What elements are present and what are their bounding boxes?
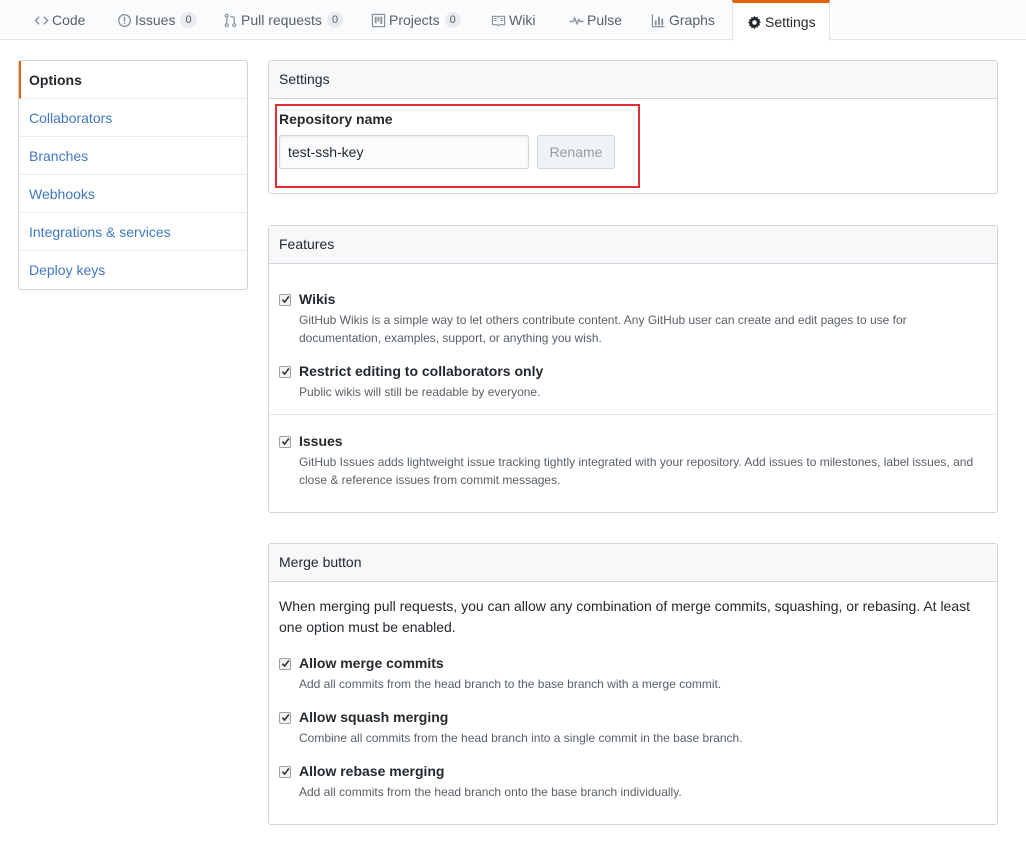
tab-wiki[interactable]: Wiki	[490, 0, 535, 40]
tab-projects-label: Projects	[389, 12, 440, 28]
repository-name-input[interactable]	[279, 135, 529, 169]
features-divider	[268, 414, 998, 415]
tab-pulse-label: Pulse	[587, 12, 623, 28]
squash-merging-checkbox[interactable]	[279, 712, 291, 724]
merge-commits-description: Add all commits from the head branch to …	[299, 677, 722, 691]
tab-pull-requests[interactable]: Pull requests 0	[222, 0, 344, 40]
code-icon	[33, 12, 49, 28]
merge-commits-checkbox[interactable]	[279, 658, 291, 670]
tab-code-label: Code	[52, 12, 86, 28]
issues-checkbox[interactable]	[279, 436, 291, 448]
tab-issues-label: Issues	[135, 12, 176, 28]
features-box-header: Features	[269, 226, 997, 264]
checkmark-icon	[281, 437, 290, 446]
pull-requests-counter: 0	[326, 12, 344, 28]
tab-settings-label: Settings	[765, 14, 816, 30]
git-pull-request-icon	[222, 12, 238, 28]
project-icon	[370, 12, 386, 28]
tab-graphs[interactable]: Graphs	[650, 0, 715, 40]
issues-counter: 0	[180, 12, 197, 28]
checkmark-icon	[281, 713, 290, 722]
wikis-title[interactable]: Wikis	[299, 291, 335, 307]
graph-icon	[650, 12, 666, 28]
sidebar-item-integrations[interactable]: Integrations & services	[19, 213, 247, 251]
issues-title[interactable]: Issues	[299, 433, 343, 449]
repo-nav: Code Issues 0 Pull requests 0 Projects 0…	[0, 0, 1026, 41]
sidebar-item-collaborators[interactable]: Collaborators	[19, 99, 247, 137]
issue-opened-icon	[116, 12, 132, 28]
squash-merging-title[interactable]: Allow squash merging	[299, 709, 448, 725]
merge-intro-text: When merging pull requests, you can allo…	[279, 598, 971, 635]
tab-settings[interactable]: Settings	[732, 0, 830, 41]
issues-description: GitHub Issues adds lightweight issue tra…	[299, 455, 974, 487]
tab-issues[interactable]: Issues 0	[116, 0, 197, 40]
restrict-editing-checkbox[interactable]	[279, 366, 291, 378]
gear-icon	[747, 14, 762, 30]
rebase-merging-checkbox[interactable]	[279, 766, 291, 778]
wikis-checkbox[interactable]	[279, 294, 291, 306]
merge-commits-title[interactable]: Allow merge commits	[299, 655, 444, 671]
repository-name-label: Repository name	[279, 111, 393, 127]
pulse-icon	[568, 12, 584, 28]
squash-merging-description: Combine all commits from the head branch…	[299, 731, 743, 745]
sidebar-item-branches[interactable]: Branches	[19, 137, 247, 175]
rename-button[interactable]: Rename	[537, 135, 615, 169]
checkmark-icon	[281, 767, 290, 776]
sidebar-item-options[interactable]: Options	[19, 61, 247, 99]
book-icon	[490, 12, 506, 28]
restrict-editing-title[interactable]: Restrict editing to collaborators only	[299, 363, 543, 379]
rebase-merging-description: Add all commits from the head branch ont…	[299, 785, 682, 799]
restrict-editing-description: Public wikis will still be readable by e…	[299, 385, 541, 399]
wikis-description: GitHub Wikis is a simple way to let othe…	[299, 313, 907, 345]
tab-projects[interactable]: Projects 0	[370, 0, 461, 40]
sidebar-item-deploy-keys[interactable]: Deploy keys	[19, 251, 247, 289]
rebase-merging-title[interactable]: Allow rebase merging	[299, 763, 444, 779]
tab-code[interactable]: Code	[33, 0, 85, 40]
settings-sidebar: Options Collaborators Branches Webhooks …	[18, 60, 248, 290]
merge-button-box-header: Merge button	[269, 544, 997, 582]
projects-counter: 0	[444, 12, 461, 28]
tab-wiki-label: Wiki	[509, 12, 536, 28]
tab-pulse[interactable]: Pulse	[568, 0, 622, 40]
tab-graphs-label: Graphs	[669, 12, 715, 28]
settings-box-header: Settings	[269, 61, 997, 99]
checkmark-icon	[281, 367, 290, 376]
sidebar-item-webhooks[interactable]: Webhooks	[19, 175, 247, 213]
tab-pull-requests-label: Pull requests	[241, 12, 322, 28]
checkmark-icon	[281, 659, 290, 668]
checkmark-icon	[281, 295, 290, 304]
